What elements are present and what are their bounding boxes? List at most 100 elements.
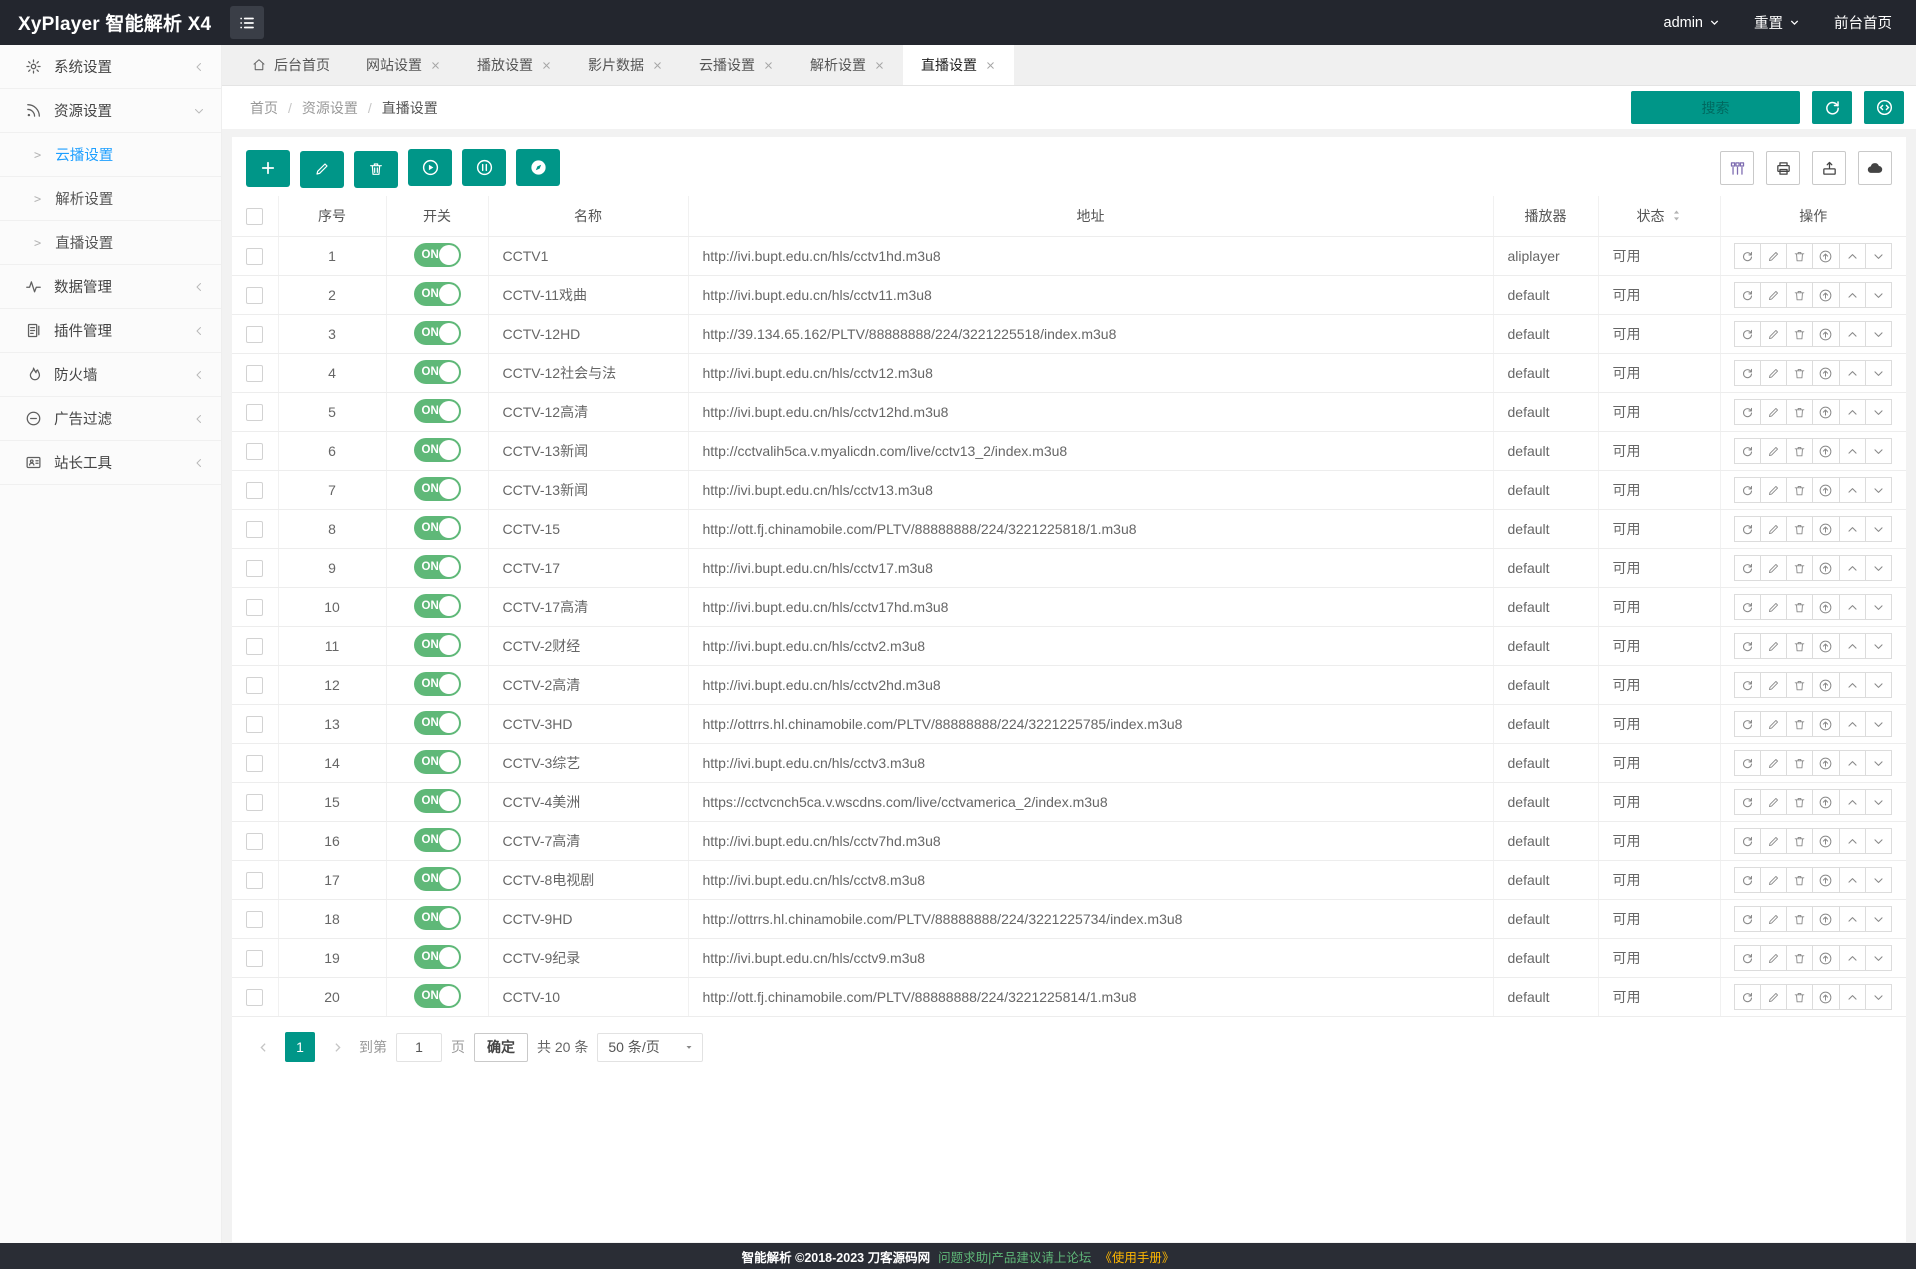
row-move-up-button[interactable] [1839, 711, 1866, 737]
row-move-up-button[interactable] [1839, 360, 1866, 386]
row-to-top-button[interactable] [1812, 243, 1839, 269]
row-switch-toggle[interactable]: ON [414, 399, 461, 423]
delete-button[interactable] [354, 151, 398, 188]
row-to-top-button[interactable] [1812, 360, 1839, 386]
row-move-down-button[interactable] [1865, 438, 1892, 464]
row-move-down-button[interactable] [1865, 906, 1892, 932]
row-switch-toggle[interactable]: ON [414, 516, 461, 540]
row-refresh-button[interactable] [1734, 321, 1761, 347]
row-edit-button[interactable] [1760, 477, 1787, 503]
row-checkbox[interactable] [246, 404, 263, 421]
row-edit-button[interactable] [1760, 945, 1787, 971]
row-checkbox[interactable] [246, 287, 263, 304]
row-switch-toggle[interactable]: ON [414, 360, 461, 384]
page-size-select[interactable]: 50 条/页 [597, 1033, 703, 1062]
row-edit-button[interactable] [1760, 789, 1787, 815]
row-edit-button[interactable] [1760, 243, 1787, 269]
row-refresh-button[interactable] [1734, 633, 1761, 659]
row-refresh-button[interactable] [1734, 360, 1761, 386]
row-delete-button[interactable] [1786, 906, 1813, 932]
row-delete-button[interactable] [1786, 672, 1813, 698]
row-to-top-button[interactable] [1812, 399, 1839, 425]
row-move-up-button[interactable] [1839, 594, 1866, 620]
row-delete-button[interactable] [1786, 477, 1813, 503]
row-checkbox[interactable] [246, 521, 263, 538]
row-delete-button[interactable] [1786, 594, 1813, 620]
row-switch-toggle[interactable]: ON [414, 477, 461, 501]
api-code-button[interactable] [1864, 91, 1904, 124]
row-delete-button[interactable] [1786, 945, 1813, 971]
row-move-up-button[interactable] [1839, 945, 1866, 971]
sidebar-item-system[interactable]: 系统设置 [0, 45, 221, 89]
tab-close-icon[interactable] [541, 60, 552, 71]
row-to-top-button[interactable] [1812, 282, 1839, 308]
sidebar-item-firewall[interactable]: 防火墙 [0, 353, 221, 397]
row-move-down-button[interactable] [1865, 399, 1892, 425]
footer-manual-link[interactable]: 《使用手册》 [1099, 1247, 1174, 1266]
row-switch-toggle[interactable]: ON [414, 438, 461, 462]
next-page-button[interactable] [324, 1032, 350, 1062]
row-checkbox[interactable] [246, 950, 263, 967]
sidebar-subitem-cloudplay[interactable]: > 云播设置 [0, 133, 221, 177]
row-switch-toggle[interactable]: ON [414, 750, 461, 774]
row-delete-button[interactable] [1786, 750, 1813, 776]
row-checkbox[interactable] [246, 911, 263, 928]
row-delete-button[interactable] [1786, 438, 1813, 464]
row-refresh-button[interactable] [1734, 750, 1761, 776]
row-to-top-button[interactable] [1812, 867, 1839, 893]
sidebar-item-adfilter[interactable]: 广告过滤 [0, 397, 221, 441]
row-move-up-button[interactable] [1839, 984, 1866, 1010]
print-button[interactable] [1766, 151, 1800, 185]
row-move-down-button[interactable] [1865, 633, 1892, 659]
row-refresh-button[interactable] [1734, 711, 1761, 737]
row-refresh-button[interactable] [1734, 399, 1761, 425]
row-checkbox[interactable] [246, 638, 263, 655]
row-move-up-button[interactable] [1839, 555, 1866, 581]
row-switch-toggle[interactable]: ON [414, 243, 461, 267]
row-checkbox[interactable] [246, 599, 263, 616]
row-to-top-button[interactable] [1812, 945, 1839, 971]
row-edit-button[interactable] [1760, 282, 1787, 308]
row-checkbox[interactable] [246, 560, 263, 577]
tab-parse[interactable]: 解析设置 [792, 45, 903, 85]
tab-close-icon[interactable] [985, 60, 996, 71]
row-checkbox[interactable] [246, 833, 263, 850]
tab-close-icon[interactable] [652, 60, 663, 71]
row-delete-button[interactable] [1786, 984, 1813, 1010]
row-move-up-button[interactable] [1839, 243, 1866, 269]
current-page-button[interactable]: 1 [285, 1032, 315, 1062]
row-move-up-button[interactable] [1839, 828, 1866, 854]
goto-confirm-button[interactable]: 确定 [474, 1033, 528, 1062]
sidebar-item-webmaster[interactable]: 站长工具 [0, 441, 221, 485]
row-delete-button[interactable] [1786, 828, 1813, 854]
row-to-top-button[interactable] [1812, 906, 1839, 932]
tab-movie[interactable]: 影片数据 [570, 45, 681, 85]
tab-close-icon[interactable] [874, 60, 885, 71]
row-move-up-button[interactable] [1839, 399, 1866, 425]
search-button[interactable]: 搜索 [1631, 91, 1800, 124]
row-edit-button[interactable] [1760, 321, 1787, 347]
compass-button[interactable] [516, 149, 560, 186]
row-move-down-button[interactable] [1865, 360, 1892, 386]
row-to-top-button[interactable] [1812, 828, 1839, 854]
row-move-up-button[interactable] [1839, 477, 1866, 503]
upload-button[interactable] [1858, 151, 1892, 185]
row-switch-toggle[interactable]: ON [414, 945, 461, 969]
row-edit-button[interactable] [1760, 711, 1787, 737]
breadcrumb-item-0[interactable]: 首页 [250, 98, 278, 118]
row-move-down-button[interactable] [1865, 789, 1892, 815]
row-move-up-button[interactable] [1839, 867, 1866, 893]
row-refresh-button[interactable] [1734, 516, 1761, 542]
breadcrumb-item-1[interactable]: 资源设置 [302, 98, 358, 118]
tab-close-icon[interactable] [430, 60, 441, 71]
row-delete-button[interactable] [1786, 399, 1813, 425]
menu-toggle-button[interactable] [230, 6, 264, 39]
row-to-top-button[interactable] [1812, 516, 1839, 542]
row-edit-button[interactable] [1760, 984, 1787, 1010]
sidebar-subitem-parse[interactable]: > 解析设置 [0, 177, 221, 221]
reset-menu[interactable]: 重置 [1754, 12, 1800, 33]
row-delete-button[interactable] [1786, 360, 1813, 386]
row-delete-button[interactable] [1786, 789, 1813, 815]
row-delete-button[interactable] [1786, 555, 1813, 581]
row-move-down-button[interactable] [1865, 672, 1892, 698]
